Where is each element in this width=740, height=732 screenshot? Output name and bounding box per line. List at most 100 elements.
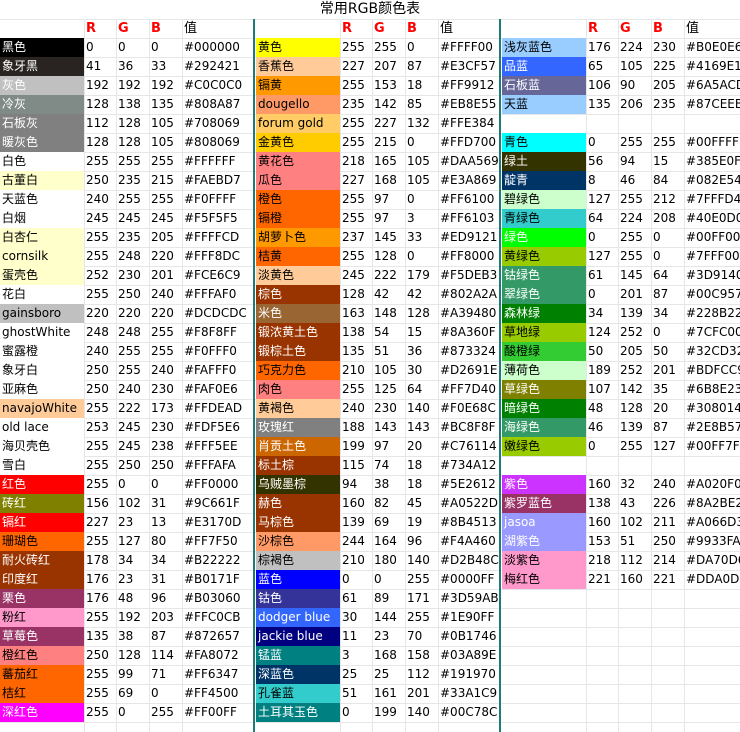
color-name-swatch[interactable]: 紫罗蓝色 (502, 494, 586, 513)
color-name-swatch[interactable]: 碧绿色 (502, 190, 586, 209)
color-r-cell[interactable]: 255 (84, 285, 116, 304)
color-hex-cell[interactable]: #F0FFFF (182, 190, 246, 209)
color-g-cell[interactable]: 90 (618, 76, 651, 95)
color-name-swatch[interactable]: 靛青 (502, 171, 586, 190)
color-name-swatch[interactable]: ghostWhite (0, 323, 84, 342)
color-g-cell[interactable]: 215 (372, 133, 405, 152)
color-b-cell[interactable]: 128 (405, 304, 438, 323)
color-hex-cell[interactable]: #D2B48C (438, 551, 502, 570)
color-r-cell[interactable]: 138 (340, 323, 372, 342)
color-hex-cell[interactable]: #2E8B57 (684, 418, 740, 437)
color-b-cell[interactable]: 31 (149, 494, 182, 513)
color-b-cell[interactable]: 87 (651, 418, 684, 437)
color-r-cell[interactable]: 178 (84, 551, 116, 570)
color-name-swatch[interactable]: 孔雀蓝 (256, 684, 340, 703)
color-hex-cell[interactable]: #000000 (182, 38, 246, 57)
color-b-cell[interactable]: 84 (651, 171, 684, 190)
color-g-cell[interactable]: 240 (116, 380, 149, 399)
color-name-swatch[interactable]: 淡黄色 (256, 266, 340, 285)
color-name-swatch[interactable]: 草绿色 (502, 380, 586, 399)
color-name-swatch[interactable]: 草莓色 (0, 627, 84, 646)
color-hex-cell[interactable]: #FF0000 (182, 475, 246, 494)
color-b-cell[interactable]: 214 (651, 551, 684, 570)
color-name-swatch[interactable]: 钴色 (256, 589, 340, 608)
color-hex-cell[interactable]: #FAF0E6 (182, 380, 246, 399)
color-name-swatch[interactable]: 肉色 (256, 380, 340, 399)
color-r-cell[interactable]: 138 (586, 494, 618, 513)
color-r-cell[interactable]: 255 (84, 532, 116, 551)
color-hex-cell[interactable]: #872657 (182, 627, 246, 646)
color-g-cell[interactable]: 160 (618, 570, 651, 589)
color-r-cell[interactable]: 220 (84, 304, 116, 323)
color-r-cell[interactable]: 25 (340, 665, 372, 684)
color-name-swatch[interactable]: 象牙黑 (0, 57, 84, 76)
color-b-cell[interactable]: 226 (651, 494, 684, 513)
color-name-swatch[interactable]: 黄褐色 (256, 399, 340, 418)
color-r-cell[interactable]: 255 (84, 456, 116, 475)
color-b-cell[interactable]: 0 (405, 190, 438, 209)
color-g-cell[interactable]: 51 (372, 342, 405, 361)
color-hex-cell[interactable]: #808069 (182, 133, 246, 152)
color-hex-cell[interactable]: #0B1746 (438, 627, 502, 646)
color-name-swatch[interactable]: gainsboro (0, 304, 84, 323)
color-name-swatch[interactable]: 红色 (0, 475, 84, 494)
color-hex-cell[interactable]: #FF6100 (438, 190, 502, 209)
color-b-cell[interactable]: 173 (149, 399, 182, 418)
color-b-cell[interactable]: 85 (405, 95, 438, 114)
color-r-cell[interactable]: 253 (84, 418, 116, 437)
color-r-cell[interactable]: 218 (340, 152, 372, 171)
color-b-cell[interactable]: 158 (405, 646, 438, 665)
color-name-swatch[interactable]: 标土棕 (256, 456, 340, 475)
color-b-cell[interactable]: 20 (405, 437, 438, 456)
color-name-swatch[interactable]: 橙色 (256, 190, 340, 209)
color-name-swatch[interactable]: 栗色 (0, 589, 84, 608)
color-g-cell[interactable]: 127 (116, 532, 149, 551)
color-r-cell[interactable]: 199 (340, 437, 372, 456)
color-b-cell[interactable]: 201 (651, 361, 684, 380)
color-hex-cell[interactable]: #FF7D40 (438, 380, 502, 399)
color-r-cell[interactable]: 0 (586, 228, 618, 247)
color-b-cell[interactable]: 140 (405, 551, 438, 570)
color-g-cell[interactable]: 112 (618, 551, 651, 570)
color-name-swatch[interactable]: 暖灰色 (0, 133, 84, 152)
color-b-cell[interactable]: 211 (651, 513, 684, 532)
color-b-cell[interactable]: 13 (149, 513, 182, 532)
color-r-cell[interactable]: 255 (84, 665, 116, 684)
color-hex-cell[interactable]: #87CEEB (684, 95, 740, 114)
color-b-cell[interactable]: 221 (651, 570, 684, 589)
color-hex-cell[interactable]: #3D9140 (684, 266, 740, 285)
color-b-cell[interactable]: 135 (149, 95, 182, 114)
color-b-cell[interactable]: 235 (651, 95, 684, 114)
color-name-swatch[interactable]: 桔红 (0, 684, 84, 703)
color-name-swatch[interactable]: 湖紫色 (502, 532, 586, 551)
color-g-cell[interactable]: 165 (372, 152, 405, 171)
color-hex-cell[interactable]: #191970 (438, 665, 502, 684)
color-b-cell[interactable]: 0 (651, 247, 684, 266)
color-r-cell[interactable]: 248 (84, 323, 116, 342)
color-r-cell[interactable]: 135 (586, 95, 618, 114)
color-g-cell[interactable]: 255 (116, 190, 149, 209)
color-hex-cell[interactable]: #B22222 (182, 551, 246, 570)
color-g-cell[interactable]: 252 (618, 323, 651, 342)
color-g-cell[interactable]: 148 (372, 304, 405, 323)
color-b-cell[interactable]: 33 (405, 228, 438, 247)
color-r-cell[interactable]: 221 (586, 570, 618, 589)
color-hex-cell[interactable]: #33A1C9 (438, 684, 502, 703)
color-r-cell[interactable]: 176 (586, 38, 618, 57)
color-g-cell[interactable]: 255 (618, 133, 651, 152)
color-hex-cell[interactable]: #FFFAFA (182, 456, 246, 475)
color-hex-cell[interactable]: #F0FFF0 (182, 342, 246, 361)
color-hex-cell[interactable]: #873324 (438, 342, 502, 361)
color-g-cell[interactable]: 143 (372, 418, 405, 437)
color-b-cell[interactable]: 105 (149, 133, 182, 152)
color-hex-cell[interactable]: #808A87 (182, 95, 246, 114)
color-name-swatch[interactable]: 胡萝卜色 (256, 228, 340, 247)
color-g-cell[interactable]: 105 (372, 361, 405, 380)
color-hex-cell[interactable]: #FF6103 (438, 209, 502, 228)
color-name-swatch[interactable]: 玫瑰红 (256, 418, 340, 437)
color-b-cell[interactable]: 64 (405, 380, 438, 399)
color-g-cell[interactable]: 255 (372, 38, 405, 57)
color-r-cell[interactable]: 48 (586, 399, 618, 418)
color-r-cell[interactable]: 227 (340, 171, 372, 190)
color-name-swatch[interactable]: 白色 (0, 152, 84, 171)
